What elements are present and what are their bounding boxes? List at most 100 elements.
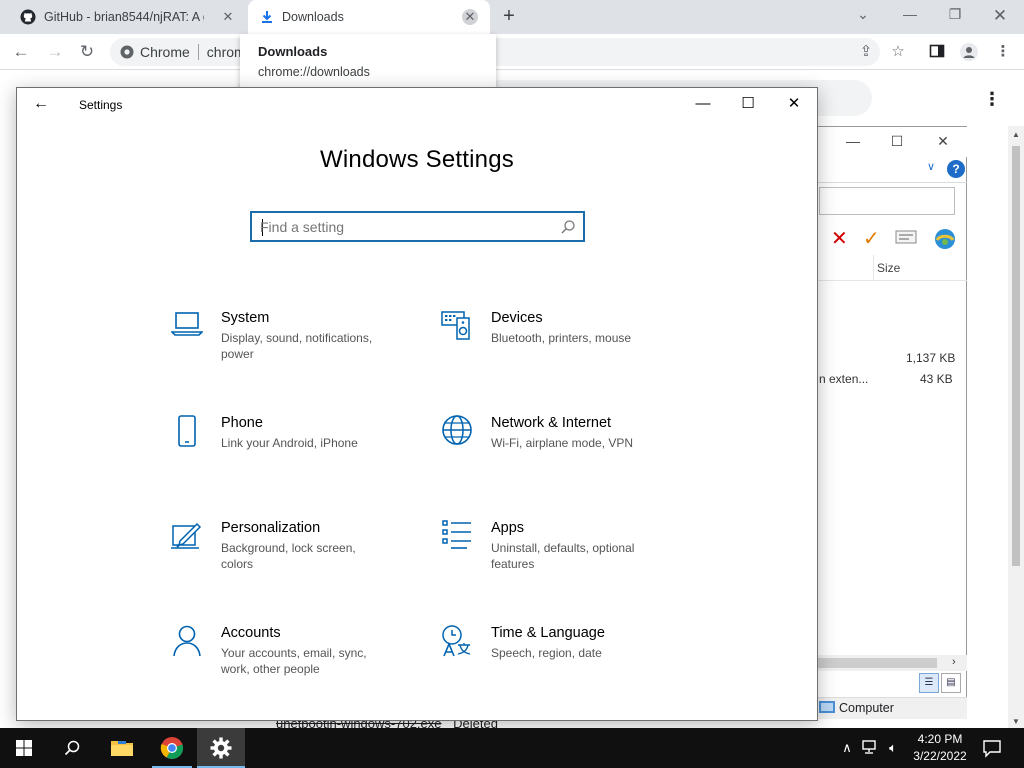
- tile-title: Personalization: [221, 520, 321, 536]
- tile-system[interactable]: System Display, sound, notifications, po…: [171, 310, 411, 380]
- tab-search-chevron-icon[interactable]: ⌄: [851, 6, 875, 23]
- scroll-down-icon[interactable]: ▼: [1012, 717, 1020, 726]
- tile-description: Speech, region, date: [491, 646, 602, 660]
- page-title: Windows Settings: [320, 146, 514, 173]
- windows-logo-icon: [16, 740, 32, 756]
- maximize-icon[interactable]: ☐: [733, 93, 763, 115]
- tile-description: Uninstall, defaults, optional features: [491, 541, 635, 571]
- taskbar-settings[interactable]: [197, 728, 245, 768]
- site-chip[interactable]: Chrome: [120, 44, 199, 60]
- settings-window: ← Settings — ☐ ✕ Windows Settings System…: [16, 87, 818, 721]
- column-size-header[interactable]: Size: [877, 261, 900, 275]
- tile-apps[interactable]: Apps Uninstall, defaults, optional featu…: [441, 520, 681, 590]
- help-icon[interactable]: ?: [947, 160, 965, 178]
- tile-network-internet[interactable]: Network & Internet Wi-Fi, airplane mode,…: [441, 415, 681, 485]
- side-panel-icon[interactable]: [928, 43, 946, 61]
- restore-icon[interactable]: ❐: [943, 6, 967, 23]
- tray-chevron-up-icon[interactable]: ∧: [838, 739, 856, 757]
- scroll-thumb[interactable]: [809, 658, 937, 668]
- row-size: 1,137 KB: [906, 351, 956, 365]
- search-input[interactable]: [260, 218, 550, 236]
- tiles-view-icon[interactable]: ▤: [941, 673, 961, 693]
- clock-time: 4:20 PM: [917, 732, 963, 746]
- tile-description: Link your Android, iPhone: [221, 436, 358, 450]
- scroll-up-icon[interactable]: ▲: [1012, 130, 1020, 139]
- tab-hover-card: Downloads chrome://downloads: [240, 34, 496, 94]
- view-toggle: ☰ ▤: [917, 673, 963, 693]
- new-tab-button[interactable]: +: [498, 6, 520, 28]
- tab-title: Downloads: [282, 10, 344, 24]
- forward-arrow-icon[interactable]: →: [44, 41, 66, 63]
- tab-close-icon[interactable]: ✕: [462, 9, 478, 25]
- bg-toolbar: ✕ ✓: [809, 225, 967, 253]
- tab-title: GitHub - brian8544/njRAT: A gre: [44, 10, 204, 24]
- globe-icon: [442, 415, 472, 445]
- tile-description: Wi-Fi, airplane mode, VPN: [491, 436, 634, 450]
- status-bar: Computer: [809, 697, 967, 719]
- folder-icon: [111, 741, 133, 756]
- tile-description: Display, sound, notifications, power: [221, 331, 373, 361]
- bg-maximize-icon[interactable]: ☐: [887, 133, 907, 150]
- notification-icon: [983, 740, 1001, 758]
- tile-title: Accounts: [221, 625, 281, 641]
- share-icon[interactable]: ⇪: [857, 43, 875, 61]
- horizontal-scrollbar[interactable]: ›: [809, 655, 967, 671]
- scroll-thumb[interactable]: [1012, 146, 1020, 566]
- tile-phone[interactable]: Phone Link your Android, iPhone: [171, 415, 411, 485]
- close-icon[interactable]: ✕: [779, 93, 809, 115]
- taskbar-file-explorer[interactable]: [98, 728, 146, 768]
- tile-accounts[interactable]: Accounts Your accounts, email, sync, wor…: [171, 625, 411, 695]
- profile-avatar-icon[interactable]: [960, 43, 978, 61]
- downloads-more-actions-icon[interactable]: ⋮: [983, 90, 1001, 108]
- hover-card-url: chrome://downloads: [258, 65, 370, 79]
- bg-close-icon[interactable]: ✕: [933, 133, 953, 150]
- tab-downloads[interactable]: Downloads ✕: [248, 0, 490, 34]
- page-scrollbar[interactable]: ▲ ▼: [1008, 126, 1024, 728]
- tile-title: Devices: [491, 310, 543, 326]
- clock-date: 3/22/2022: [913, 749, 967, 763]
- checkmark-icon[interactable]: ✓: [863, 227, 880, 251]
- bookmark-star-icon[interactable]: ☆: [889, 43, 907, 61]
- notification-center-button[interactable]: [982, 738, 1002, 758]
- gear-icon: [210, 737, 232, 759]
- back-arrow-icon[interactable]: ←: [31, 94, 51, 114]
- minimize-icon[interactable]: —: [688, 93, 718, 115]
- reload-icon[interactable]: ↻: [76, 41, 98, 63]
- search-box[interactable]: [250, 211, 585, 242]
- tile-time-language[interactable]: Time & Language Speech, region, date: [441, 625, 681, 695]
- minimize-icon[interactable]: —: [898, 6, 922, 22]
- tab-close-icon[interactable]: ✕: [220, 9, 236, 25]
- system-clock[interactable]: 4:20 PM 3/22/2022: [908, 731, 972, 765]
- back-arrow-icon[interactable]: ←: [10, 41, 32, 63]
- paint-icon: [171, 522, 202, 549]
- taskbar-search-button[interactable]: [48, 728, 96, 768]
- close-window-icon[interactable]: ✕: [988, 6, 1012, 26]
- tile-personalization[interactable]: Personalization Background, lock screen,…: [171, 520, 411, 590]
- network-icon[interactable]: [861, 739, 879, 757]
- bg-chevron-down-icon[interactable]: ∨: [927, 160, 935, 173]
- tile-devices[interactable]: Devices Bluetooth, printers, mouse: [441, 310, 681, 380]
- bg-address-field[interactable]: [819, 187, 955, 215]
- tile-title: Time & Language: [491, 625, 605, 641]
- column-divider[interactable]: [873, 255, 874, 281]
- globe-shell-icon[interactable]: [933, 227, 957, 257]
- tile-description: Your accounts, email, sync, work, other …: [221, 646, 367, 676]
- volume-icon[interactable]: 🔈︎: [884, 739, 902, 757]
- chrome-menu-icon[interactable]: ⋮: [994, 43, 1012, 61]
- hover-card-title: Downloads: [258, 44, 328, 59]
- scroll-right-icon[interactable]: ›: [952, 656, 956, 668]
- tab-github[interactable]: GitHub - brian8544/njRAT: A gre ✕: [8, 0, 248, 34]
- row-name: n exten...: [819, 372, 869, 386]
- chrome-toolbar: ← → ↻ Chrome chrom ⇪ ☆ ⋮: [0, 34, 1024, 70]
- delete-x-icon[interactable]: ✕: [831, 227, 848, 251]
- taskbar-chrome[interactable]: [148, 728, 196, 768]
- search-icon[interactable]: [559, 218, 577, 236]
- tile-title: Network & Internet: [491, 415, 612, 431]
- envelope-icon[interactable]: [895, 227, 917, 251]
- chrome-logo-icon: [160, 737, 184, 760]
- start-button[interactable]: [0, 728, 48, 768]
- bg-minimize-icon[interactable]: —: [843, 133, 863, 149]
- bg-window-titlebar: — ☐ ✕: [809, 127, 967, 157]
- chrome-logo-icon: [120, 45, 134, 59]
- details-view-icon[interactable]: ☰: [919, 673, 939, 693]
